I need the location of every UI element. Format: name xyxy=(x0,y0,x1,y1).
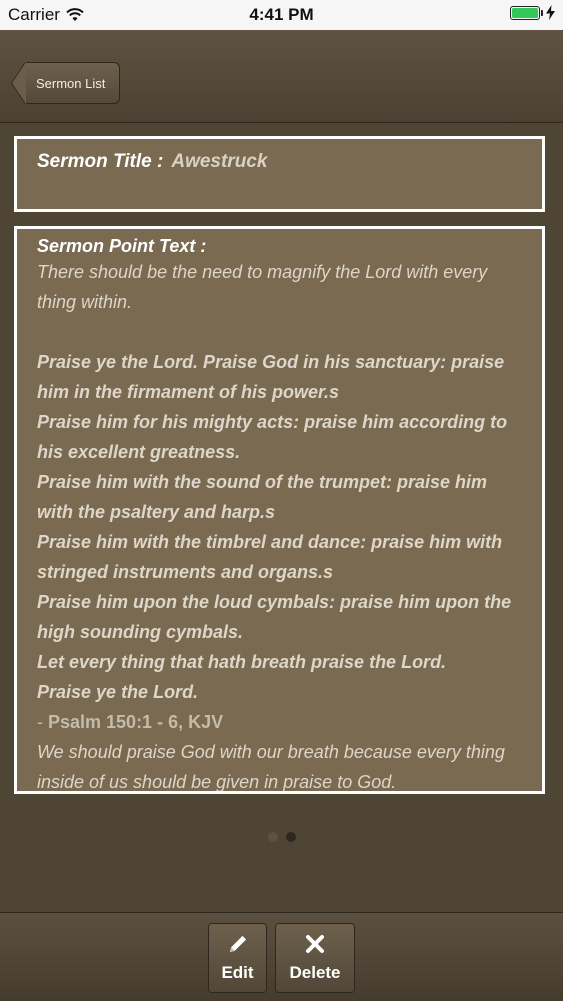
scripture-citation: - Psalm 150:1 - 6, KJV xyxy=(37,707,522,737)
verse-line: Praise him with the sound of the trumpet… xyxy=(37,472,488,522)
status-bar: Carrier 4:41 PM xyxy=(0,0,563,30)
sermon-point-label: Sermon Point Text : xyxy=(37,236,207,256)
edit-button[interactable]: Edit xyxy=(208,923,267,993)
verse-line: Praise ye the Lord. xyxy=(37,682,199,702)
battery-icon xyxy=(510,5,543,20)
verse-line: Praise him for his mighty acts: praise h… xyxy=(37,412,508,462)
delete-label: Delete xyxy=(289,963,341,982)
pencil-icon xyxy=(229,935,246,952)
sermon-point-panel[interactable]: Sermon Point Text : There should be the … xyxy=(14,226,545,794)
verse-line: Let every thing that hath breath praise … xyxy=(37,652,447,672)
navigation-bar: Sermon List xyxy=(0,30,563,123)
close-icon xyxy=(306,935,324,953)
back-button[interactable]: Sermon List xyxy=(12,62,121,104)
citation-dash: - xyxy=(37,712,48,732)
sermon-title-label: Sermon Title : xyxy=(37,151,164,172)
verse-line: Praise him upon the loud cymbals: praise… xyxy=(37,592,512,642)
verse-line: Praise ye the Lord. Praise God in his sa… xyxy=(37,352,505,402)
status-right xyxy=(510,5,555,20)
delete-button[interactable]: Delete xyxy=(275,923,355,993)
sermon-point-outro: We should praise God with our breath bec… xyxy=(37,742,505,792)
sermon-title-value: Awestruck xyxy=(171,151,268,172)
citation-reference: Psalm 150:1 - 6, KJV xyxy=(48,712,224,732)
verse-line: Praise him with the timbrel and dance: p… xyxy=(37,532,503,582)
sermon-title-panel: Sermon Title : Awestruck xyxy=(14,136,545,212)
bottom-toolbar: Edit Delete xyxy=(0,912,563,1001)
sermon-point-intro: There should be the need to magnify the … xyxy=(37,262,488,312)
page-indicator[interactable] xyxy=(0,832,563,842)
page-dot-2-active[interactable] xyxy=(285,832,296,842)
battery-level xyxy=(512,7,538,18)
edit-label: Edit xyxy=(221,963,254,982)
status-time: 4:41 PM xyxy=(249,5,314,24)
page-dot-1[interactable] xyxy=(267,832,278,842)
back-button-label: Sermon List xyxy=(26,62,121,104)
sermon-point-text: There should be the need to magnify the … xyxy=(37,257,522,792)
charging-bolt-icon xyxy=(546,5,555,20)
back-arrow-icon xyxy=(12,62,26,104)
